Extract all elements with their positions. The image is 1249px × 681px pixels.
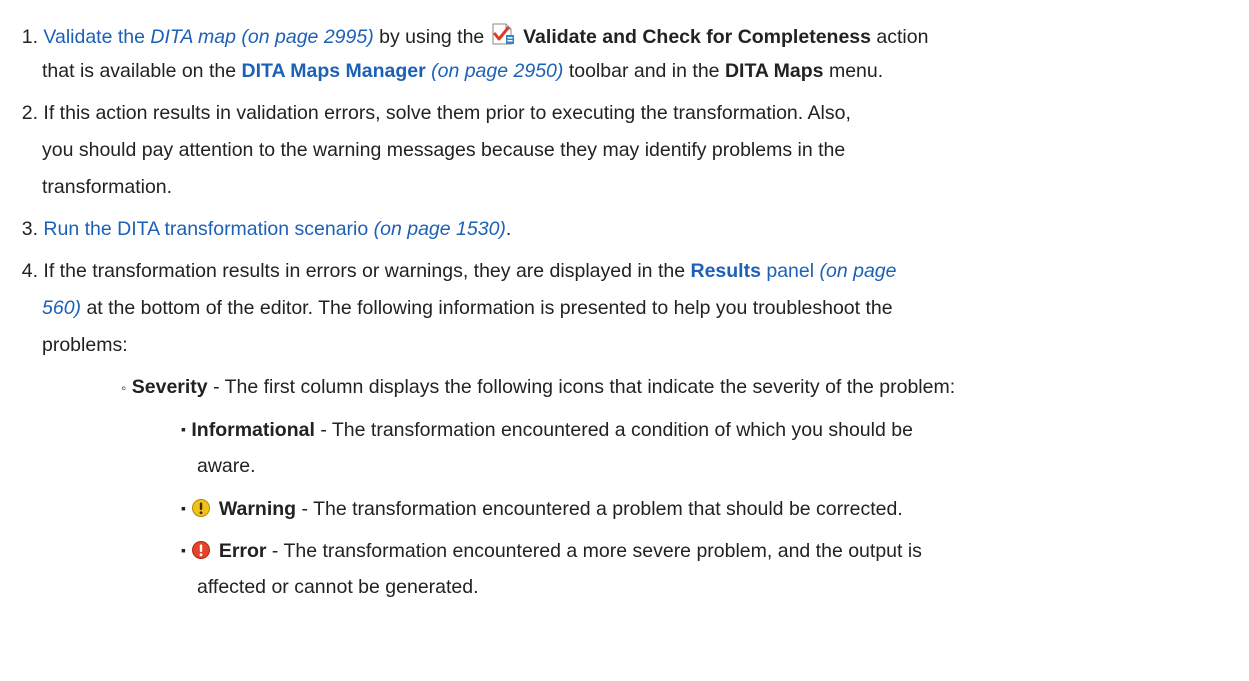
step-4-line-3: problems: (42, 333, 128, 357)
page-ref-1530: (on page 1530) (373, 218, 506, 240)
step-1-text-e: menu. (828, 60, 884, 82)
warning-label: Warning (218, 498, 297, 520)
step-3-number: 3. (21, 218, 38, 240)
page-ref-2950: (on page 2950) (431, 60, 564, 82)
step-2-text-3: transformation. (42, 176, 173, 198)
error-text-2: affected or cannot be generated. (197, 576, 479, 598)
document-page: 1. Validate the DITA map (on page 2995) … (0, 0, 1249, 681)
page-ref-560-a: (on page (819, 260, 897, 282)
error-text-1: - The transformation encountered a more … (271, 540, 922, 562)
validate-action-label: Validate and Check for Completeness (523, 26, 871, 48)
dita-map-link-text: DITA map (150, 26, 236, 48)
square-bullet-icon: ▪ (181, 500, 186, 516)
circle-bullet-icon: ◦ (121, 380, 127, 397)
step-1-line-1: 1. Validate the DITA map (on page 2995) … (0, 22, 928, 52)
informational-item-line-1: ▪ Informational - The transformation enc… (181, 417, 913, 442)
step-2-text-2: you should pay attention to the warning … (42, 139, 846, 161)
page-ref-560-b[interactable]: 560) (42, 297, 81, 319)
step-4-line-1: 4. If the transformation results in erro… (0, 259, 897, 283)
step-4-line-2: 560) at the bottom of the editor. The fo… (42, 296, 893, 320)
step-1-number: 1. (21, 26, 38, 48)
run-transformation-link[interactable]: Run the DITA transformation scenario (on… (43, 218, 506, 240)
error-icon (191, 540, 211, 566)
warning-icon (191, 498, 211, 524)
dita-maps-manager-link-text: DITA Maps Manager (241, 60, 426, 82)
severity-label: Severity (131, 376, 208, 398)
informational-text-1: - The transformation encountered a condi… (320, 419, 913, 441)
error-label: Error (218, 540, 267, 562)
results-panel-link[interactable]: Results panel (on page (690, 260, 896, 282)
severity-text: - The first column displays the followin… (213, 376, 956, 398)
panel-link-text: panel (766, 260, 815, 282)
step-1-text-a: by using the (379, 26, 485, 48)
validate-map-link-text: Validate the (43, 26, 145, 48)
step-4-text-3: problems: (42, 334, 128, 356)
validate-check-icon (490, 22, 516, 52)
step-2-line-3: transformation. (42, 175, 172, 199)
step-4-number: 4. (21, 260, 38, 282)
error-item-line-1: ▪ Error - The transformation encountered… (181, 538, 922, 566)
informational-label: Informational (191, 419, 315, 441)
step-2-number: 2. (21, 102, 38, 124)
step-1-text-c: that is available on the (42, 60, 237, 82)
step-2-line-2: you should pay attention to the warning … (42, 138, 845, 162)
step-1-text-d: toolbar and in the (568, 60, 720, 82)
page-ref-2995: (on page 2995) (241, 26, 374, 48)
dita-maps-menu-label: DITA Maps (724, 60, 824, 82)
informational-item-line-2: aware. (197, 454, 256, 478)
step-1-text-b: action (876, 26, 929, 48)
warning-text: - The transformation encountered a probl… (301, 498, 903, 520)
step-3-line-1: 3. Run the DITA transformation scenario … (0, 217, 512, 241)
dita-maps-manager-link[interactable]: DITA Maps Manager (on page 2950) (241, 60, 563, 82)
step-1-line-2: that is available on the DITA Maps Manag… (42, 59, 883, 83)
warning-item: ▪ Warning - The transformation encounter… (181, 496, 903, 524)
validate-map-link[interactable]: Validate the DITA map (on page 2995) (43, 26, 373, 48)
error-item-line-2: affected or cannot be generated. (197, 575, 479, 599)
step-3-period: . (505, 218, 512, 240)
run-transformation-link-text: Run the DITA transformation scenario (43, 218, 369, 240)
step-4-text-2: at the bottom of the editor. The followi… (86, 297, 893, 319)
square-bullet-icon: ▪ (181, 542, 186, 558)
severity-item: ◦ Severity - The first column displays t… (121, 375, 955, 401)
step-2-text-1: If this action results in validation err… (43, 102, 851, 124)
step-2-line-1: 2. If this action results in validation … (0, 101, 851, 125)
informational-text-2: aware. (197, 455, 256, 477)
step-4-text-1: If the transformation results in errors … (43, 260, 686, 282)
square-bullet-icon: ▪ (181, 421, 186, 437)
results-link-text: Results (690, 260, 761, 282)
